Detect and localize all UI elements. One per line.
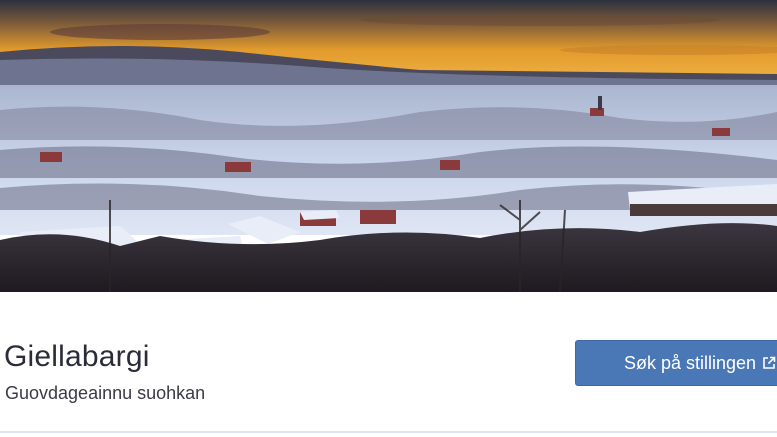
apply-button-label: Søk på stillingen (624, 353, 757, 373)
section-divider (0, 431, 777, 433)
job-title: Giellabargi (4, 340, 150, 373)
arctic-village-sunset-photo (0, 0, 777, 292)
employer-name: Guovdageainnu suohkan (5, 383, 206, 403)
hero-image (0, 0, 777, 292)
apply-button[interactable]: Søk på stillingen (575, 340, 777, 386)
external-link-icon (763, 356, 776, 369)
